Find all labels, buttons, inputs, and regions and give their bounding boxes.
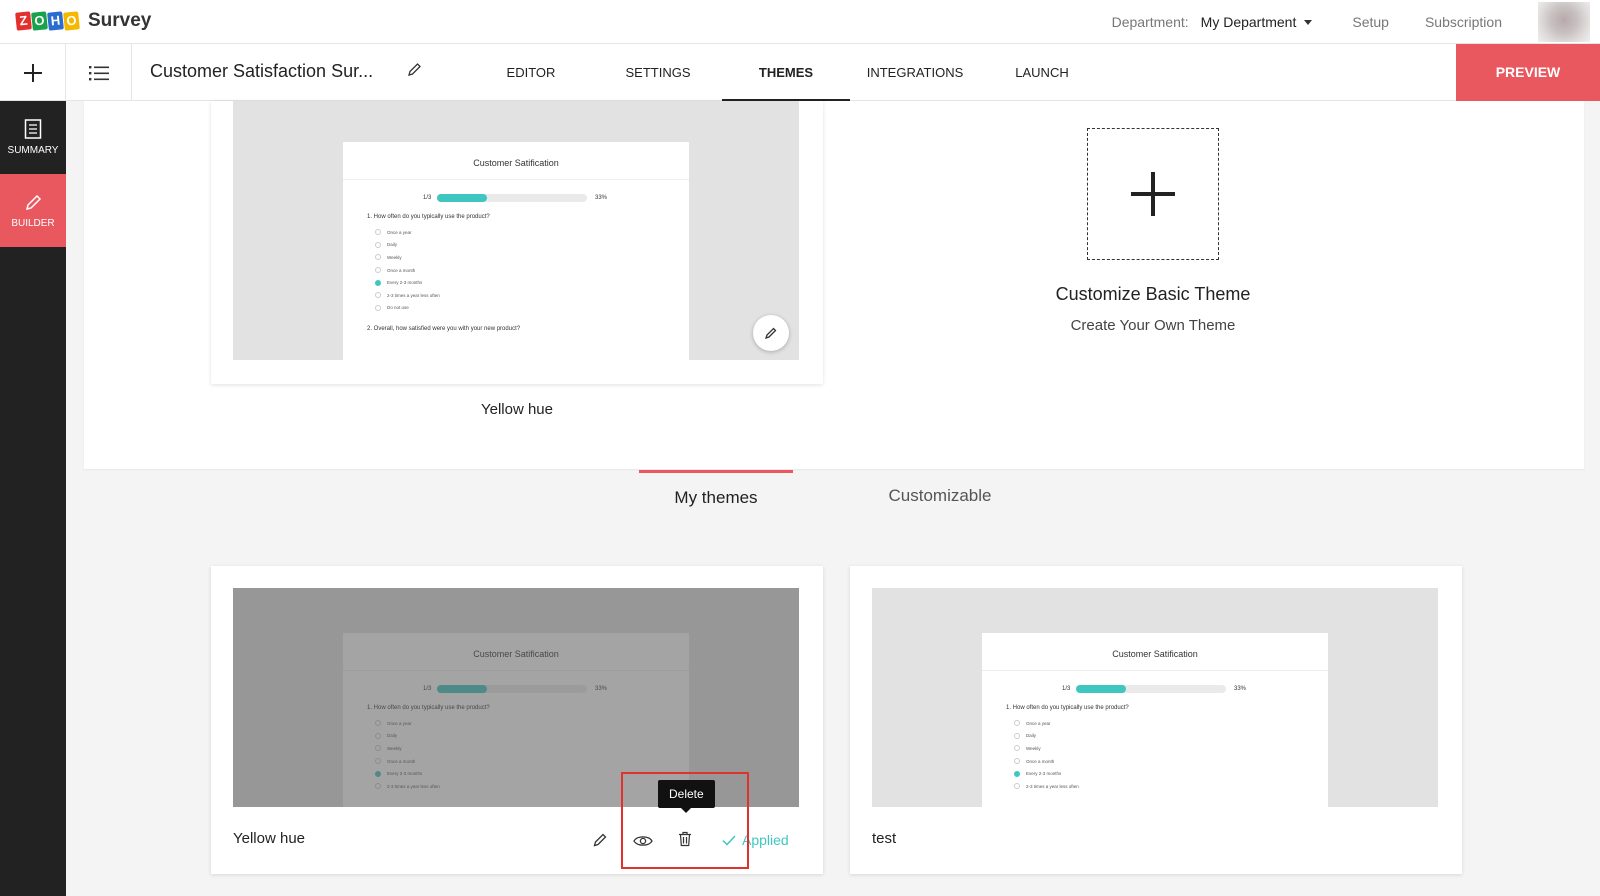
tab-launch[interactable]: LAUNCH <box>1000 44 1084 101</box>
tab-settings[interactable]: SETTINGS <box>608 44 708 101</box>
left-sidebar: SUMMARY BUILDER <box>0 101 66 896</box>
option-row: Every 2-3 months <box>982 767 1328 780</box>
question-text: 1. How often do you typically use the pr… <box>367 214 490 220</box>
menu-button[interactable] <box>66 44 132 101</box>
option-row: 2-3 times a year less often <box>982 780 1328 793</box>
department-label: Department: <box>1111 14 1189 30</box>
edit-title-icon[interactable] <box>406 62 422 83</box>
option-row: Once a year <box>343 226 689 239</box>
add-button[interactable] <box>0 44 66 101</box>
sidebar-item-label: SUMMARY <box>7 145 59 156</box>
option-row: Daily <box>982 730 1328 743</box>
option-row: Once a month <box>982 755 1328 768</box>
sidebar-item-builder[interactable]: BUILDER <box>0 174 66 247</box>
department-dropdown[interactable]: My Department <box>1201 14 1353 30</box>
current-theme-card: Customer Satification 1/3 33% 1. How oft… <box>211 101 823 384</box>
survey-preview-title: Customer Satification <box>343 142 689 180</box>
survey-preview: Customer Satification 1/3 33% 1. How oft… <box>343 142 689 360</box>
survey-preview-title: Customer Satification <box>982 633 1328 671</box>
top-bar: Z O H O Survey Department: My Department… <box>0 0 1600 44</box>
chevron-down-icon <box>1304 19 1313 25</box>
tab-integrations[interactable]: INTEGRATIONS <box>860 44 970 101</box>
theme-card: Customer Satification 1/3 33% 1. How oft… <box>850 566 1462 874</box>
option-row: Weekly <box>982 742 1328 755</box>
list-icon <box>88 65 109 80</box>
sidebar-item-summary[interactable]: SUMMARY <box>0 101 66 174</box>
zoho-logo-icon: Z O H O <box>15 11 80 31</box>
edit-theme-button[interactable] <box>753 315 789 351</box>
zoho-survey-logo[interactable]: Z O H O Survey <box>15 10 152 32</box>
survey-title: Customer Satisfaction Sur... <box>150 61 374 81</box>
customize-theme-button[interactable] <box>1087 128 1219 260</box>
theme-name: Yellow hue <box>233 830 306 847</box>
option-row: Daily <box>343 239 689 252</box>
customize-title: Customize Basic Theme <box>1055 284 1251 304</box>
summary-icon <box>24 119 42 139</box>
customize-subtitle: Create Your Own Theme <box>1070 317 1236 334</box>
question-text: 2. Overall, how satisfied were you with … <box>367 326 521 333</box>
tab-customizable[interactable]: Customizable <box>860 470 1020 522</box>
option-row: Weekly <box>343 251 689 264</box>
setup-link[interactable]: Setup <box>1352 14 1389 30</box>
preview-button[interactable]: PREVIEW <box>1456 44 1600 101</box>
option-row: Once a year <box>982 717 1328 730</box>
edit-theme-icon[interactable] <box>592 832 608 853</box>
tab-editor[interactable]: EDITOR <box>482 44 580 101</box>
survey-toolbar: Customer Satisfaction Sur... EDITOR SETT… <box>0 44 1600 101</box>
plus-icon <box>23 63 42 82</box>
department-value: My Department <box>1200 14 1297 30</box>
survey-preview: Customer Satification 1/3 33% 1. How oft… <box>982 633 1328 807</box>
progress-bar-fill <box>437 194 487 202</box>
product-name: Survey <box>88 10 152 31</box>
current-theme-name: Yellow hue <box>480 401 553 418</box>
tab-themes[interactable]: THEMES <box>722 44 850 101</box>
progress-bar-fill <box>1076 685 1126 693</box>
option-row: Every 2-3 months <box>343 276 689 289</box>
theme-thumbnail[interactable]: Customer Satification 1/3 33% 1. How oft… <box>872 588 1438 807</box>
tab-my-themes[interactable]: My themes <box>639 470 793 522</box>
question-text: 1. How often do you typically use the pr… <box>1006 705 1129 711</box>
theme-thumbnail[interactable]: Customer Satification 1/3 33% 1. How oft… <box>233 101 799 360</box>
plus-icon <box>1131 172 1175 216</box>
pencil-icon <box>25 194 42 211</box>
progress-bar: 1/3 33% <box>1062 685 1247 693</box>
theme-name: test <box>872 830 897 847</box>
pencil-icon <box>764 327 777 340</box>
annotation-highlight-box <box>621 772 749 869</box>
sidebar-item-label: BUILDER <box>11 218 55 229</box>
option-row: Once a month <box>343 264 689 277</box>
progress-bar: 1/3 33% <box>423 194 608 202</box>
option-row: Do not use <box>343 302 689 315</box>
subscription-link[interactable]: Subscription <box>1425 14 1502 30</box>
option-row: 2-3 times a year less often <box>343 289 689 302</box>
avatar[interactable] <box>1538 2 1590 42</box>
